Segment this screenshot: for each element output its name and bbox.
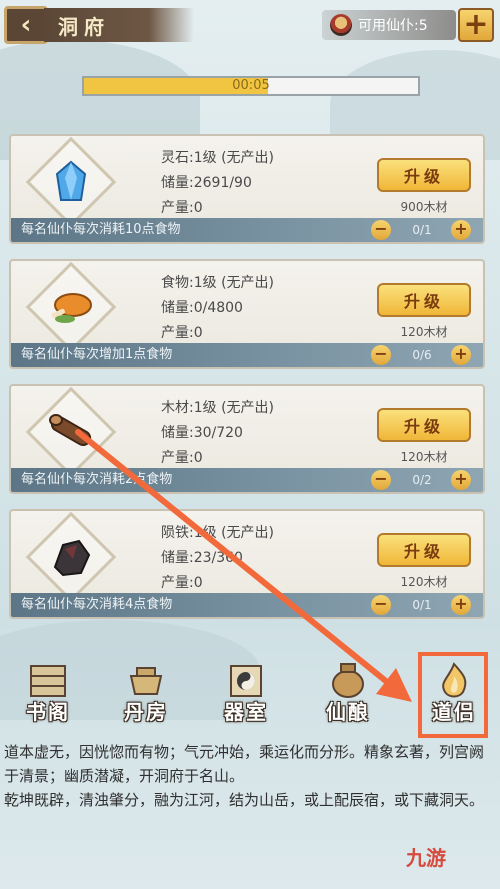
icon-frame [25,511,117,603]
resource-storage: 储量:2691/90 [161,175,252,191]
plus-button[interactable]: + [451,345,471,365]
consumption-footer: 每名仙仆每次消耗4点食物 − 0/1 + [11,593,483,617]
servant-slots: 0/1 [412,223,432,237]
nav-wine[interactable]: 仙酿 [312,662,384,732]
resource-card-spirit-stone: 灵石:1级 (无产出) 储量:2691/90 产量:0 升级 900木材 每名仙… [9,134,485,244]
resource-card-food: 食物:1级 (无产出) 储量:0/4800 产量:0 升级 120木材 每名仙仆… [9,259,485,369]
icon-frame [25,386,117,478]
progress-text: 00:05 [232,78,270,93]
upgrade-button[interactable]: 升级 [377,158,471,192]
consumption-text: 每名仙仆每次增加1点食物 [21,347,173,362]
upgrade-cost: 120木材 [400,450,448,464]
plus-button[interactable]: + [451,595,471,615]
servant-count-label: 可用仙仆:5 [358,18,428,34]
icon-frame [25,261,117,353]
resource-name-level: 灵石:1级 (无产出) [161,150,274,166]
plus-button[interactable]: + [451,470,471,490]
minus-button[interactable]: − [371,220,391,240]
nav-label: 器室 [224,700,268,724]
consumption-footer: 每名仙仆每次消耗10点食物 − 0/1 + [11,218,483,242]
upgrade-button[interactable]: 升级 [377,283,471,317]
consumption-footer: 每名仙仆每次消耗2点食物 − 0/2 + [11,468,483,492]
resource-storage: 储量:0/4800 [161,300,243,316]
servant-slots: 0/6 [412,348,432,362]
nav-label: 书阁 [26,700,70,724]
page-title: 洞府 [44,8,194,42]
resource-card-wood: 木材:1级 (无产出) 储量:30/720 产量:0 升级 120木材 每名仙仆… [9,384,485,494]
resource-name-level: 陨铁:1级 (无产出) [161,525,274,541]
lore-text: 道本虚无，因恍惚而有物；气元冲始，乘运化而分形。精象玄著，列宫阙于清景；幽质潜凝… [4,740,494,812]
nav-label: 仙酿 [326,700,370,724]
bookshelf-icon [23,662,73,700]
wine-jar-icon [323,662,373,700]
consumption-text: 每名仙仆每次消耗2点食物 [21,472,173,487]
minus-button[interactable]: − [371,345,391,365]
upgrade-button[interactable]: 升级 [377,408,471,442]
meteoric-iron-icon [42,528,100,586]
available-servants: 可用仙仆:5 [322,10,456,40]
resource-storage: 储量:23/360 [161,550,243,566]
resource-storage: 储量:30/720 [161,425,243,441]
upgrade-cost: 120木材 [400,325,448,339]
resource-name-level: 木材:1级 (无产出) [161,400,274,416]
highlight-annotation [418,652,488,738]
chevron-left-icon: ‹ [20,10,32,40]
nav-bookshelf[interactable]: 书阁 [12,662,84,732]
consumption-footer: 每名仙仆每次增加1点食物 − 0/6 + [11,343,483,367]
resource-name-level: 食物:1级 (无产出) [161,275,274,291]
lore-paragraph: 道本虚无，因恍惚而有物；气元冲始，乘运化而分形。精象玄著，列宫阙于清景；幽质潜凝… [4,743,485,785]
servant-slots: 0/1 [412,598,432,612]
wood-log-icon [42,403,100,461]
consumption-text: 每名仙仆每次消耗10点食物 [21,222,181,237]
nav-label: 丹房 [124,700,168,724]
top-bar: ‹ 洞府 可用仙仆:5 + [0,0,500,50]
nav-artifact-room[interactable]: 器室 [210,662,282,732]
upgrade-cost: 120木材 [400,575,448,589]
back-button[interactable]: ‹ [4,6,48,44]
watermark-text: 九游 [406,846,446,870]
resource-card-meteoric-iron: 陨铁:1级 (无产出) 储量:23/360 产量:0 升级 120木材 每名仙仆… [9,509,485,619]
minus-button[interactable]: − [371,470,391,490]
upgrade-button[interactable]: 升级 [377,533,471,567]
food-drumstick-icon [42,278,100,336]
spirit-stone-icon [42,153,100,211]
plus-button[interactable]: + [451,220,471,240]
watermark-logo: 九游 [406,842,446,871]
timer-progress-bar: 00:05 [82,76,420,96]
minus-button[interactable]: − [371,595,391,615]
nav-alchemy[interactable]: 丹房 [110,662,182,732]
consumption-text: 每名仙仆每次消耗4点食物 [21,597,173,612]
servant-slots: 0/2 [412,473,432,487]
scroll-taiji-icon [221,662,271,700]
cauldron-icon [121,662,171,700]
servant-icon [330,14,352,36]
upgrade-cost: 900木材 [400,200,448,214]
add-servant-button[interactable]: + [458,8,494,42]
lore-paragraph: 乾坤既辟，清浊肇分，融为江河，结为山岳，或上配辰宿，或下藏洞天。 [4,791,485,809]
icon-frame [25,136,117,228]
